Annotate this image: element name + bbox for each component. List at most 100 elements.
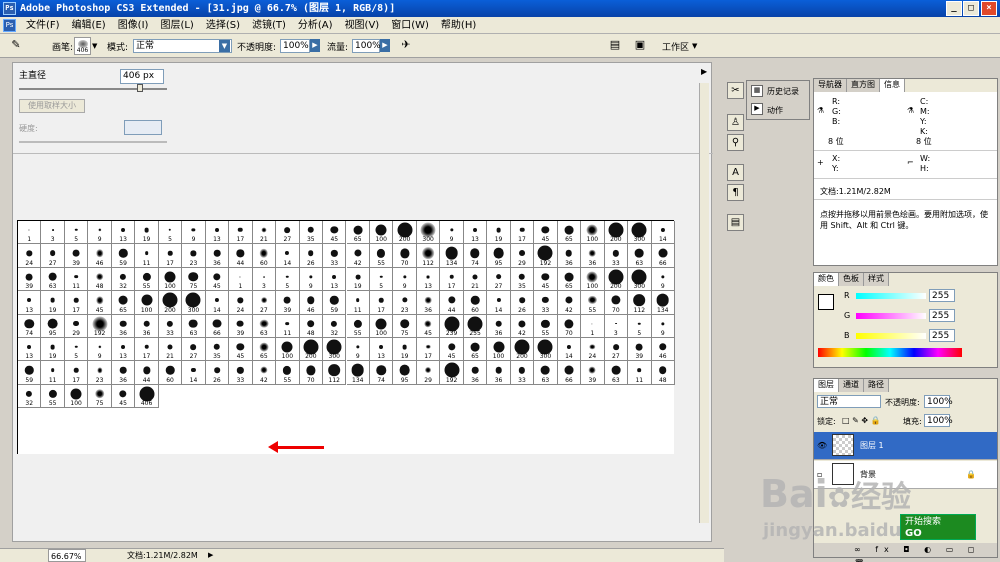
menu-edit[interactable]: 编辑(E) bbox=[66, 19, 112, 32]
menu-file[interactable]: 文件(F) bbox=[20, 19, 66, 32]
tab-swatches[interactable]: 色板 bbox=[839, 273, 864, 286]
tab-histogram[interactable]: 直方图 bbox=[847, 79, 880, 92]
brush-preset[interactable]: 134 bbox=[346, 361, 370, 385]
workspace-dropdown-icon[interactable]: ▼ bbox=[692, 42, 697, 50]
brush-preset[interactable]: 13 bbox=[323, 267, 347, 292]
brush-preset[interactable]: 24 bbox=[18, 244, 42, 268]
picker-menu-icon[interactable]: ▶ bbox=[701, 67, 707, 76]
brush-preset[interactable]: 17 bbox=[64, 361, 89, 385]
brush-preset[interactable]: 200 bbox=[604, 221, 629, 245]
brush-preset[interactable]: 13 bbox=[463, 221, 488, 245]
brush-preset[interactable]: 19 bbox=[41, 338, 65, 362]
brush-preset[interactable]: 36 bbox=[487, 361, 511, 385]
brush-preset[interactable]: 45 bbox=[229, 338, 253, 362]
brush-preset[interactable]: 63 bbox=[534, 361, 558, 385]
tab-paths[interactable]: 路径 bbox=[864, 379, 889, 392]
brush-preset[interactable]: 112 bbox=[323, 361, 347, 385]
brush-preset[interactable]: 13 bbox=[111, 221, 136, 245]
brushes-panel-icon[interactable]: ♙ bbox=[727, 114, 744, 131]
brush-preset[interactable]: 46 bbox=[299, 291, 324, 315]
brush-preset[interactable]: 21 bbox=[463, 267, 488, 292]
clone-source-icon[interactable]: ⚲ bbox=[727, 134, 744, 151]
brush-preset[interactable]: 55 bbox=[369, 244, 394, 268]
bridge-icon[interactable]: ▣ bbox=[632, 38, 648, 54]
brush-preset[interactable]: 74 bbox=[369, 361, 394, 385]
brush-preset[interactable]: 45 bbox=[88, 291, 112, 315]
brush-preset[interactable]: 95 bbox=[41, 314, 65, 338]
brush-preset[interactable]: 45 bbox=[440, 338, 464, 362]
brush-preset[interactable]: 29 bbox=[510, 244, 535, 268]
minimize-button[interactable]: _ bbox=[946, 1, 962, 16]
brush-preset[interactable]: 36 bbox=[111, 314, 136, 338]
brush-preset[interactable]: 1 bbox=[581, 314, 605, 338]
brush-preset[interactable]: 75 bbox=[88, 384, 112, 409]
brush-preset[interactable]: 17 bbox=[416, 338, 441, 362]
brush-preset[interactable]: 65 bbox=[463, 338, 488, 362]
brush-tool-icon[interactable]: ✎ bbox=[8, 38, 24, 54]
layer-row-1[interactable]: 👁 图层 1 bbox=[814, 432, 997, 460]
brush-preset[interactable]: 13 bbox=[18, 338, 42, 362]
brush-preset[interactable]: 70 bbox=[557, 314, 582, 338]
brush-preset[interactable]: 44 bbox=[229, 244, 253, 268]
brush-preset[interactable]: 13 bbox=[18, 291, 42, 315]
tab-info[interactable]: 信息 bbox=[880, 79, 905, 92]
brush-preset[interactable]: 42 bbox=[557, 291, 582, 315]
brush-preset[interactable]: 65 bbox=[111, 291, 136, 315]
palette-well-icon[interactable]: ▤ bbox=[607, 38, 623, 54]
mode-select[interactable]: 正常 ▼ bbox=[133, 39, 232, 53]
flow-input[interactable]: 100% bbox=[352, 39, 381, 53]
brush-preset[interactable]: 33 bbox=[510, 361, 535, 385]
brush-preset[interactable]: 36 bbox=[463, 361, 488, 385]
workspace-menu[interactable]: 工作区 bbox=[662, 40, 689, 53]
brush-preset[interactable]: 11 bbox=[41, 361, 65, 385]
brush-preset[interactable]: 27 bbox=[41, 244, 65, 268]
brush-preset[interactable]: 1 bbox=[18, 221, 42, 245]
brush-preset[interactable]: 23 bbox=[182, 244, 206, 268]
actions-tab[interactable]: 动作 bbox=[767, 106, 783, 115]
brush-preset[interactable]: 39 bbox=[581, 361, 605, 385]
brush-preset[interactable]: 200 bbox=[510, 338, 535, 362]
close-button[interactable]: × bbox=[981, 1, 997, 16]
brush-preset[interactable]: 48 bbox=[88, 267, 112, 292]
brush-preset[interactable]: 9 bbox=[88, 338, 112, 362]
diameter-input[interactable]: 406 px bbox=[120, 69, 164, 84]
brush-preset[interactable]: 300 bbox=[628, 221, 652, 245]
brush-preset[interactable]: 200 bbox=[299, 338, 324, 362]
brush-preset[interactable]: 19 bbox=[41, 291, 65, 315]
brush-preset[interactable]: 9 bbox=[182, 221, 206, 245]
brush-preset[interactable]: 14 bbox=[205, 291, 230, 315]
brush-preset[interactable]: 29 bbox=[64, 314, 89, 338]
brush-preset[interactable]: 11 bbox=[346, 291, 370, 315]
g-slider[interactable] bbox=[856, 313, 926, 319]
brush-preset-picker[interactable]: 406 bbox=[74, 37, 91, 55]
brush-preset[interactable]: 100 bbox=[581, 267, 605, 292]
brush-preset[interactable]: 17 bbox=[135, 338, 159, 362]
brush-preset[interactable]: 70 bbox=[299, 361, 324, 385]
brush-preset[interactable]: 27 bbox=[276, 221, 300, 245]
brush-preset[interactable]: 65 bbox=[252, 338, 277, 362]
brush-preset[interactable]: 36 bbox=[581, 244, 605, 268]
airbrush-icon[interactable]: ✈ bbox=[398, 38, 414, 54]
opacity-slider-button[interactable]: ▶ bbox=[310, 39, 320, 52]
brush-preset[interactable]: 60 bbox=[463, 291, 488, 315]
b-value[interactable]: 255 bbox=[929, 329, 955, 342]
brush-preset[interactable]: 112 bbox=[416, 244, 441, 268]
brush-preset[interactable]: 39 bbox=[229, 314, 253, 338]
brush-preset[interactable]: 45 bbox=[534, 221, 558, 245]
brush-preset[interactable]: 100 bbox=[369, 221, 394, 245]
brush-preset[interactable]: 17 bbox=[229, 221, 253, 245]
brush-preset[interactable]: 255 bbox=[463, 314, 488, 338]
brush-preset[interactable]: 45 bbox=[205, 267, 230, 292]
brush-preset[interactable]: 32 bbox=[111, 267, 136, 292]
brush-preset[interactable]: 3 bbox=[252, 267, 277, 292]
brush-preset[interactable]: 300 bbox=[323, 338, 347, 362]
brush-preset[interactable]: 13 bbox=[205, 221, 230, 245]
brush-preset[interactable]: 406 bbox=[135, 384, 159, 409]
brush-preset[interactable]: 24 bbox=[581, 338, 605, 362]
brush-preset[interactable]: 74 bbox=[463, 244, 488, 268]
brush-preset[interactable]: 39 bbox=[276, 291, 300, 315]
brush-preset[interactable]: 42 bbox=[252, 361, 277, 385]
menu-analysis[interactable]: 分析(A) bbox=[292, 19, 339, 32]
brush-preset[interactable]: 35 bbox=[299, 221, 324, 245]
color-spectrum-bar[interactable] bbox=[818, 348, 962, 357]
